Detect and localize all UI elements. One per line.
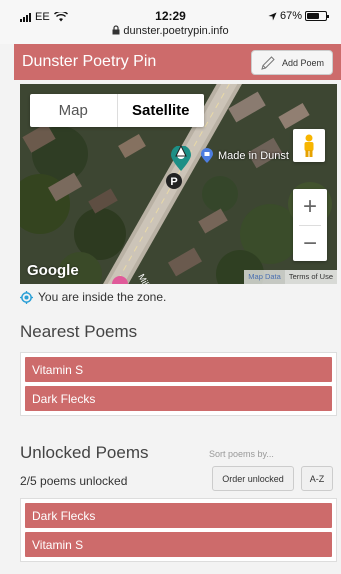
nearest-poems-heading: Nearest Poems: [20, 322, 138, 341]
zoom-control: + −: [293, 189, 327, 261]
unlocked-poem-item[interactable]: Dark Flecks: [25, 503, 332, 528]
url-text: dunster.poetrypin.info: [123, 25, 229, 37]
nearest-poems-list: Vitamin S Dark Flecks: [20, 352, 337, 416]
tab-map[interactable]: Map: [30, 94, 117, 127]
map-type-toggle: Map Satellite: [30, 94, 204, 127]
app-header: Dunster Poetry Pin Add Poem: [14, 44, 341, 80]
unlocked-poems-list: Dark Flecks Vitamin S: [20, 498, 337, 562]
status-bar: EE 12:29 67% dunster.poetrypin.info: [0, 0, 341, 44]
battery-icon: [305, 11, 329, 21]
zone-status: You are inside the zone.: [20, 290, 166, 304]
unlock-count: 2/5 poems unlocked: [20, 474, 128, 488]
google-logo[interactable]: Google: [27, 262, 79, 279]
zone-status-text: You are inside the zone.: [38, 290, 167, 304]
zoom-out-button[interactable]: −: [293, 226, 327, 262]
unlocked-poem-item[interactable]: Vitamin S: [25, 532, 332, 557]
app-title: Dunster Poetry Pin: [22, 53, 157, 70]
map[interactable]: Mill P Made in Dunst Map Satellite + − G…: [20, 84, 337, 284]
pencil-icon: [261, 55, 275, 70]
place-label[interactable]: Made in Dunst: [200, 148, 289, 164]
sort-label: Sort poems by...: [209, 449, 274, 459]
street-view-button[interactable]: [293, 129, 325, 162]
pegman-icon: [304, 134, 314, 157]
place-name: Made in Dunst: [218, 150, 289, 162]
terms-link[interactable]: Terms of Use: [284, 270, 337, 284]
map-footer: Map Data Terms of Use: [244, 270, 337, 284]
location-target-icon: [20, 290, 33, 304]
location-arrow-icon: [268, 11, 277, 21]
viewpoint-icon: [175, 144, 187, 157]
parking-icon[interactable]: P: [165, 172, 183, 190]
url-bar[interactable]: dunster.poetrypin.info: [0, 25, 341, 37]
sort-az-button[interactable]: A-Z: [301, 466, 333, 491]
battery-percent: 67%: [279, 10, 302, 22]
unlocked-poems-heading: Unlocked Poems: [20, 443, 149, 462]
tab-satellite[interactable]: Satellite: [116, 94, 205, 127]
sort-order-unlocked-button[interactable]: Order unlocked: [212, 466, 294, 491]
shopping-bag-icon: [201, 148, 213, 163]
nearest-poem-item[interactable]: Vitamin S: [25, 357, 332, 382]
svg-text:P: P: [170, 176, 177, 188]
map-data-link[interactable]: Map Data: [244, 270, 285, 284]
add-poem-button[interactable]: Add Poem: [250, 50, 333, 75]
nearest-poem-item[interactable]: Dark Flecks: [25, 386, 332, 411]
status-right: 67%: [268, 10, 329, 22]
zoom-in-button[interactable]: +: [293, 189, 327, 225]
add-poem-label: Add Poem: [281, 57, 324, 68]
lock-icon: [112, 25, 120, 35]
